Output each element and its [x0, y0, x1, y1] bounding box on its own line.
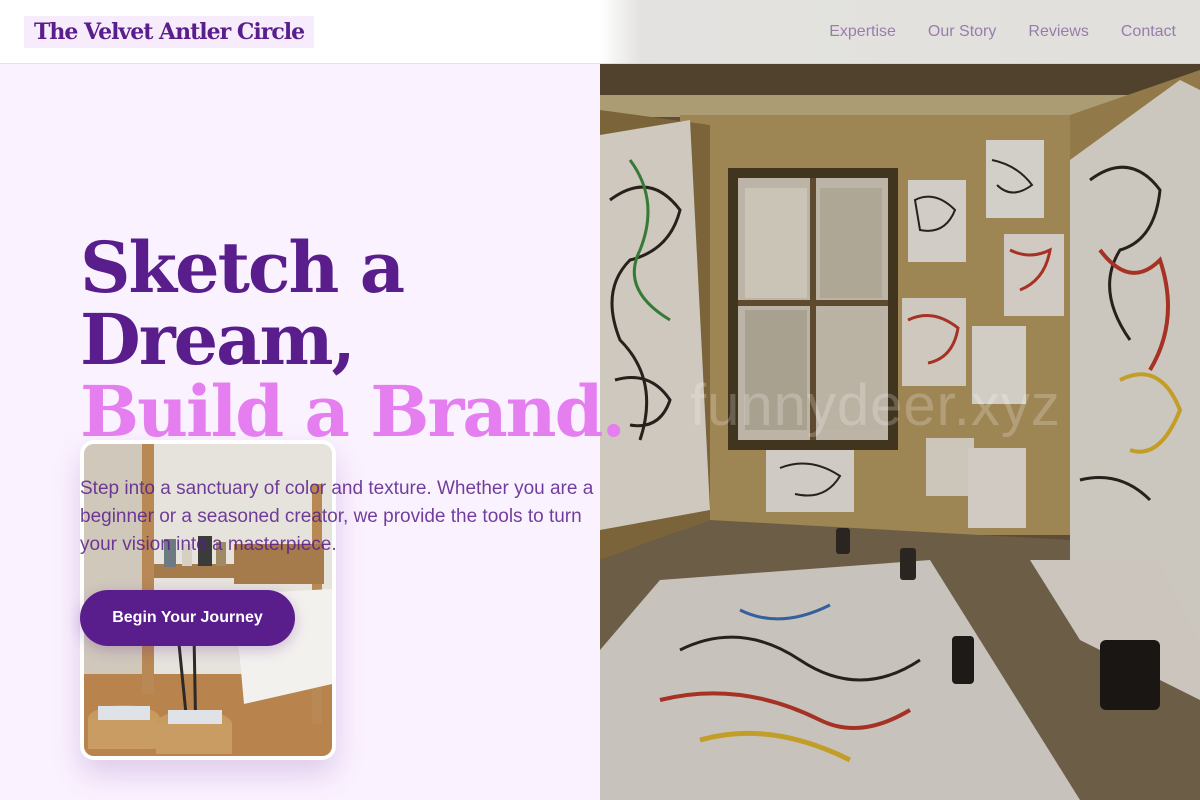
- nav-link-our-story[interactable]: Our Story: [928, 20, 996, 44]
- nav-link-reviews[interactable]: Reviews: [1028, 20, 1088, 44]
- headline-line-1: Sketch a: [80, 226, 405, 309]
- headline-line-2: Dream,: [80, 298, 356, 381]
- site-header: The Velvet Antler Circle Expertise Our S…: [0, 0, 1200, 64]
- watermark-text: funnydeer.xyz: [690, 373, 1061, 438]
- main-nav: Expertise Our Story Reviews Contact: [829, 20, 1176, 44]
- hero-headline: Sketch a Dream, Build a Brand.: [80, 226, 626, 453]
- begin-journey-button[interactable]: Begin Your Journey: [80, 590, 295, 646]
- headline-line-3: Build a Brand.: [80, 370, 626, 453]
- hero-description: Step into a sanctuary of color and textu…: [80, 478, 594, 555]
- nav-link-expertise[interactable]: Expertise: [829, 20, 896, 44]
- nav-link-contact[interactable]: Contact: [1121, 20, 1176, 44]
- site-logo[interactable]: The Velvet Antler Circle: [24, 16, 315, 48]
